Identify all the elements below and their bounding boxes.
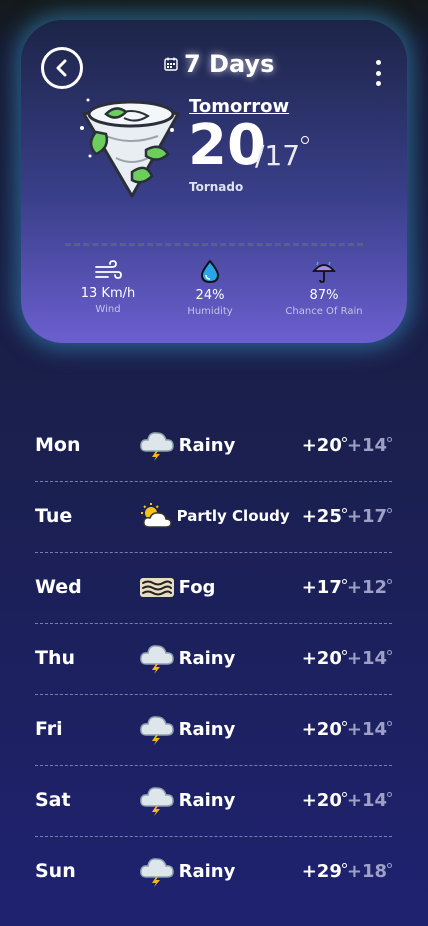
forecast-day: Fri <box>35 718 63 740</box>
forecast-day: Tue <box>35 505 73 527</box>
forecast-condition: Rainy <box>178 647 236 669</box>
forecast-row-sun[interactable]: Sun Rainy +29 +18 <box>35 836 392 906</box>
partly-cloudy-icon <box>140 503 172 528</box>
forecast-condition: Rainy <box>178 718 236 740</box>
humidity-label: Humidity <box>187 306 233 317</box>
forecast-condition: Rainy <box>178 434 236 456</box>
back-button[interactable] <box>41 47 83 89</box>
forecast-low: +14 <box>346 789 387 811</box>
tornado-icon <box>80 98 180 198</box>
humidity-value: 24% <box>195 288 225 303</box>
forecast-low: +18 <box>346 860 387 882</box>
forecast-row-mon[interactable]: Mon Rainy +20 +14 <box>35 410 392 480</box>
divider <box>65 243 363 246</box>
header-title-group: 7 Days <box>164 50 274 78</box>
forecast-high: +20 <box>301 647 342 669</box>
storm-cloud-icon <box>139 716 174 745</box>
rain-chance-value: 87% <box>309 288 339 303</box>
wind-value: 13 Km/h <box>80 286 136 301</box>
more-options-button[interactable] <box>371 60 385 86</box>
forecast-condition: Partly Cloudy <box>176 507 290 525</box>
stat-chance-of-rain: 87% Chance Of Rain <box>269 260 379 317</box>
forecast-condition: Rainy <box>178 860 236 882</box>
more-vertical-icon <box>375 60 381 65</box>
forecast-condition: Rainy <box>178 789 236 811</box>
forecast-row-tue[interactable]: Tue Partly Cloudy +25 +17 <box>35 481 392 551</box>
storm-cloud-icon <box>139 432 174 461</box>
wind-icon <box>95 260 122 279</box>
forecast-row-sat[interactable]: Sat Rainy +20 +14 <box>35 765 392 835</box>
storm-cloud-icon <box>139 645 174 674</box>
forecast-condition: Fog <box>178 576 216 598</box>
forecast-low: +14 <box>346 718 387 740</box>
forecast-low: +14 <box>346 434 387 456</box>
forecast-day: Thu <box>35 647 76 669</box>
degree-symbol <box>301 136 309 144</box>
water-drop-icon <box>200 260 220 284</box>
stat-wind: 13 Km/h Wind <box>53 260 163 315</box>
forecast-row-fri[interactable]: Fri Rainy +20 +14 <box>35 694 392 764</box>
forecast-row-wed[interactable]: Wed Fog +17 +12 <box>35 552 392 622</box>
forecast-day: Mon <box>35 434 81 456</box>
umbrella-icon <box>312 261 336 283</box>
forecast-low: +14 <box>346 647 387 669</box>
temperature-low: /17 <box>255 139 301 172</box>
forecast-low: +12 <box>346 576 387 598</box>
tomorrow-card: 7 Days Tomorrow 20 /17 Tornado 13 Km/h W… <box>21 20 407 343</box>
storm-cloud-icon <box>139 858 174 887</box>
calendar-icon <box>164 57 178 71</box>
page-title: 7 Days <box>184 50 275 78</box>
rain-chance-label: Chance Of Rain <box>285 306 363 317</box>
forecast-high: +25 <box>301 505 342 527</box>
forecast-low: +17 <box>346 505 387 527</box>
chevron-left-icon <box>56 59 67 77</box>
forecast-high: +20 <box>301 718 342 740</box>
storm-cloud-icon <box>139 787 174 816</box>
forecast-day: Wed <box>35 576 82 598</box>
forecast-day: Sun <box>35 860 76 882</box>
stat-humidity: 24% Humidity <box>155 260 265 317</box>
fog-icon <box>139 578 174 597</box>
wind-label: Wind <box>95 304 121 315</box>
condition-label: Tornado <box>189 180 244 194</box>
forecast-high: +29 <box>301 860 342 882</box>
forecast-row-thu[interactable]: Thu Rainy +20 +14 <box>35 623 392 693</box>
forecast-high: +20 <box>301 434 342 456</box>
forecast-high: +17 <box>301 576 342 598</box>
forecast-day: Sat <box>35 789 71 811</box>
forecast-high: +20 <box>301 789 342 811</box>
